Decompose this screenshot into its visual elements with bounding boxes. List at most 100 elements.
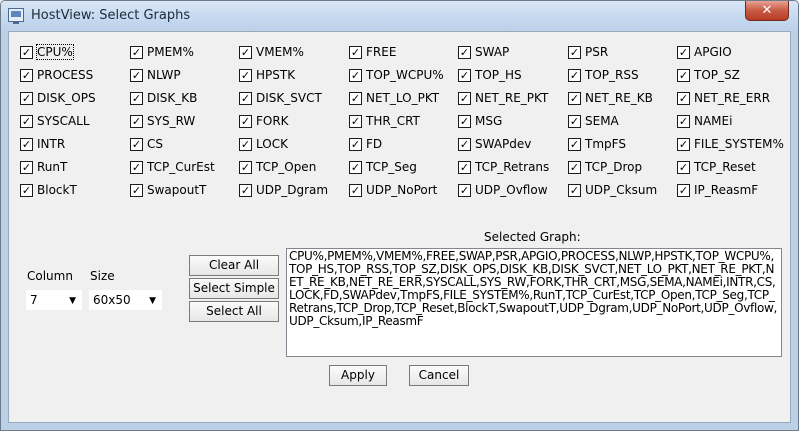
graph-checkbox[interactable]: ✓ TmpFS	[568, 135, 626, 153]
graph-checkbox[interactable]: ✓ FD	[349, 135, 382, 153]
checkbox-box[interactable]: ✓	[349, 45, 362, 59]
size-select[interactable]: 60x50 ▼	[89, 290, 162, 310]
graph-checkbox[interactable]: ✓ TOP_HS	[458, 66, 522, 84]
graph-checkbox[interactable]: ✓ CS	[130, 135, 163, 153]
graph-checkbox[interactable]: ✓ UDP_Ovflow	[458, 181, 548, 199]
graph-checkbox[interactable]: ✓ BlockT	[20, 181, 77, 199]
checkbox-box[interactable]: ✓	[349, 114, 362, 128]
graph-checkbox[interactable]: ✓ IP_ReasmF	[677, 181, 758, 199]
checkbox-box[interactable]: ✓	[568, 68, 581, 82]
checkbox-box[interactable]: ✓	[458, 183, 471, 197]
checkbox-box[interactable]: ✓	[239, 114, 252, 128]
graph-checkbox[interactable]: ✓ NET_LO_PKT	[349, 89, 439, 107]
checkbox-box[interactable]: ✓	[130, 137, 143, 151]
checkbox-box[interactable]: ✓	[20, 114, 33, 128]
graph-checkbox[interactable]: ✓ NLWP	[130, 66, 181, 84]
graph-checkbox[interactable]: ✓ INTR	[20, 135, 65, 153]
graph-checkbox[interactable]: ✓ SYSCALL	[20, 112, 90, 130]
graph-checkbox[interactable]: ✓ TOP_SZ	[677, 66, 740, 84]
checkbox-box[interactable]: ✓	[239, 45, 252, 59]
checkbox-box[interactable]: ✓	[677, 91, 690, 105]
graph-checkbox[interactable]: ✓ NET_RE_KB	[568, 89, 653, 107]
checkbox-box[interactable]: ✓	[130, 114, 143, 128]
graph-checkbox[interactable]: ✓ DISK_OPS	[20, 89, 96, 107]
graph-checkbox[interactable]: ✓ DISK_SVCT	[239, 89, 322, 107]
checkbox-box[interactable]: ✓	[20, 183, 33, 197]
checkbox-box[interactable]: ✓	[458, 45, 471, 59]
checkbox-box[interactable]: ✓	[568, 114, 581, 128]
graph-checkbox[interactable]: ✓ FILE_SYSTEM%	[677, 135, 784, 153]
checkbox-box[interactable]: ✓	[130, 45, 143, 59]
checkbox-box[interactable]: ✓	[568, 137, 581, 151]
graph-checkbox[interactable]: ✓ PSR	[568, 43, 608, 61]
checkbox-box[interactable]: ✓	[349, 68, 362, 82]
graph-checkbox[interactable]: ✓ PMEM%	[130, 43, 194, 61]
checkbox-box[interactable]: ✓	[20, 91, 33, 105]
checkbox-box[interactable]: ✓	[349, 91, 362, 105]
checkbox-box[interactable]: ✓	[239, 183, 252, 197]
graph-checkbox[interactable]: ✓ TCP_Retrans	[458, 158, 549, 176]
checkbox-box[interactable]: ✓	[349, 183, 362, 197]
graph-checkbox[interactable]: ✓ VMEM%	[239, 43, 304, 61]
graph-checkbox[interactable]: ✓ SWAP	[458, 43, 509, 61]
graph-checkbox[interactable]: ✓ TOP_RSS	[568, 66, 639, 84]
checkbox-box[interactable]: ✓	[568, 160, 581, 174]
checkbox-box[interactable]: ✓	[677, 183, 690, 197]
graph-checkbox[interactable]: ✓ DISK_KB	[130, 89, 197, 107]
checkbox-box[interactable]: ✓	[349, 137, 362, 151]
checkbox-box[interactable]: ✓	[458, 68, 471, 82]
graph-checkbox[interactable]: ✓ FREE	[349, 43, 396, 61]
graph-checkbox[interactable]: ✓ LOCK	[239, 135, 288, 153]
checkbox-box[interactable]: ✓	[130, 91, 143, 105]
checkbox-box[interactable]: ✓	[677, 68, 690, 82]
column-select[interactable]: 7 ▼	[26, 290, 82, 310]
graph-checkbox[interactable]: ✓ TCP_CurEst	[130, 158, 215, 176]
graph-checkbox[interactable]: ✓ TCP_Reset	[677, 158, 756, 176]
graph-checkbox[interactable]: ✓ UDP_NoPort	[349, 181, 437, 199]
graph-checkbox[interactable]: ✓ HPSTK	[239, 66, 295, 84]
select-simple-button[interactable]: Select Simple	[189, 278, 279, 299]
apply-button[interactable]: Apply	[329, 365, 387, 386]
checkbox-box[interactable]: ✓	[677, 137, 690, 151]
checkbox-box[interactable]: ✓	[239, 137, 252, 151]
checkbox-box[interactable]: ✓	[458, 137, 471, 151]
graph-checkbox[interactable]: ✓ THR_CRT	[349, 112, 420, 130]
checkbox-box[interactable]: ✓	[568, 91, 581, 105]
graph-checkbox[interactable]: ✓ NET_RE_PKT	[458, 89, 548, 107]
checkbox-box[interactable]: ✓	[677, 45, 690, 59]
graph-checkbox[interactable]: ✓ SwapoutT	[130, 181, 206, 199]
clear-all-button[interactable]: Clear All	[189, 255, 279, 276]
checkbox-box[interactable]: ✓	[130, 68, 143, 82]
checkbox-box[interactable]: ✓	[239, 160, 252, 174]
graph-checkbox[interactable]: ✓ APGIO	[677, 43, 732, 61]
graph-checkbox[interactable]: ✓ PROCESS	[20, 66, 93, 84]
graph-checkbox[interactable]: ✓ MSG	[458, 112, 502, 130]
graph-checkbox[interactable]: ✓ TCP_Open	[239, 158, 316, 176]
checkbox-box[interactable]: ✓	[239, 68, 252, 82]
title-bar[interactable]: HostView: Select Graphs ✕	[1, 1, 798, 31]
graph-checkbox[interactable]: ✓ FORK	[239, 112, 289, 130]
checkbox-box[interactable]: ✓	[130, 160, 143, 174]
graph-checkbox[interactable]: ✓ TCP_Drop	[568, 158, 642, 176]
checkbox-box[interactable]: ✓	[458, 160, 471, 174]
checkbox-box[interactable]: ✓	[239, 91, 252, 105]
checkbox-box[interactable]: ✓	[568, 183, 581, 197]
checkbox-box[interactable]: ✓	[20, 137, 33, 151]
checkbox-box[interactable]: ✓	[677, 160, 690, 174]
checkbox-box[interactable]: ✓	[349, 160, 362, 174]
graph-checkbox[interactable]: ✓ SYS_RW	[130, 112, 195, 130]
graph-checkbox[interactable]: ✓ UDP_Dgram	[239, 181, 328, 199]
checkbox-box[interactable]: ✓	[458, 114, 471, 128]
graph-checkbox[interactable]: ✓ CPU%	[20, 43, 74, 61]
graph-checkbox[interactable]: ✓ TCP_Seg	[349, 158, 417, 176]
graph-checkbox[interactable]: ✓ UDP_Cksum	[568, 181, 657, 199]
checkbox-box[interactable]: ✓	[20, 68, 33, 82]
checkbox-box[interactable]: ✓	[130, 183, 143, 197]
graph-checkbox[interactable]: ✓ NAMEi	[677, 112, 732, 130]
checkbox-box[interactable]: ✓	[568, 45, 581, 59]
cancel-button[interactable]: Cancel	[409, 365, 469, 386]
graph-checkbox[interactable]: ✓ RunT	[20, 158, 67, 176]
checkbox-box[interactable]: ✓	[458, 91, 471, 105]
close-button[interactable]: ✕	[745, 1, 789, 21]
graph-checkbox[interactable]: ✓ NET_RE_ERR	[677, 89, 770, 107]
